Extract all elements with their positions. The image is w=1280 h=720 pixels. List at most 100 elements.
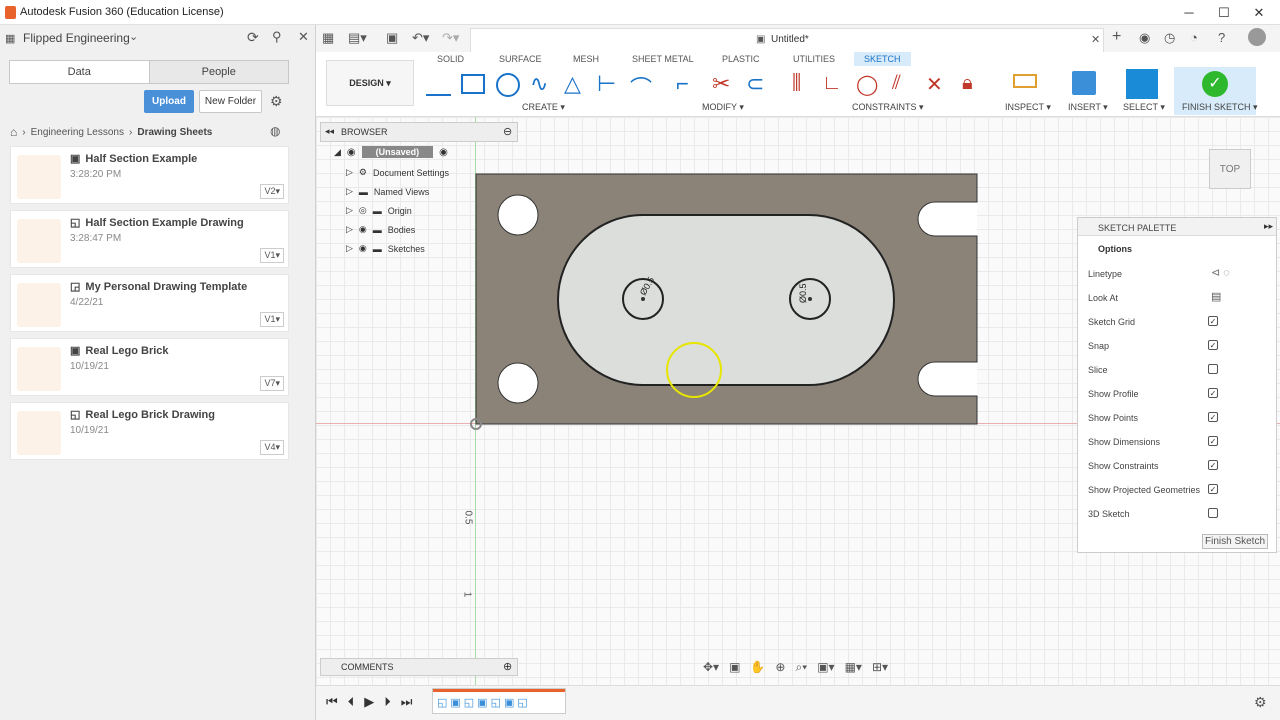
breadcrumb-drawing-sheets[interactable]: Drawing Sheets	[137, 127, 212, 138]
browser-root[interactable]: ◢ ◉ (Unsaved) ◉	[334, 146, 448, 158]
arc-tool-icon[interactable]: ⌒	[630, 71, 652, 103]
eye-icon[interactable]: ◉	[359, 224, 367, 235]
close-tab-icon[interactable]: ✕	[1091, 33, 1100, 46]
globe-icon[interactable]: ◍	[270, 124, 280, 138]
browser-item[interactable]: ▷ ◉ ▬ Sketches	[346, 243, 425, 254]
undo-icon[interactable]: ↶▾	[412, 30, 429, 46]
obround-pocket[interactable]	[557, 214, 895, 386]
tab-plastic[interactable]: PLASTIC	[722, 54, 760, 64]
redo-icon[interactable]: ↷▾	[442, 30, 459, 46]
tab-mesh[interactable]: MESH	[573, 54, 599, 64]
file-menu-icon[interactable]: ▤▾	[348, 30, 367, 46]
add-comment-icon[interactable]: ⊕	[503, 660, 512, 673]
zoom-icon[interactable]: ⊕	[775, 660, 785, 675]
spline-tool-icon[interactable]: ∿	[530, 71, 548, 97]
show-dimensions-checkbox[interactable]: ✓	[1208, 436, 1218, 446]
tangent-constraint-icon[interactable]: ◯	[856, 72, 878, 97]
file-card[interactable]: ◱ Half Section Example Drawing 3:28:47 PM…	[10, 210, 289, 268]
tab-people[interactable]: People	[148, 61, 288, 83]
tab-sketch[interactable]: SKETCH	[854, 52, 911, 66]
version-badge[interactable]: V2▾	[260, 184, 284, 199]
expand-arrow-icon[interactable]: ▷	[346, 167, 353, 178]
fix-constraint-icon[interactable]: 🔒︎	[962, 72, 973, 95]
data-panel-toggle-icon[interactable]: ▦	[322, 30, 334, 46]
settings-gear-icon[interactable]: ⚙	[270, 93, 283, 110]
show-projected-geometries-checkbox[interactable]: ✓	[1208, 484, 1218, 494]
collapse-icon[interactable]: ◂◂	[325, 126, 334, 137]
line-tool-icon[interactable]	[426, 74, 451, 96]
show-constraints-checkbox[interactable]: ✓	[1208, 460, 1218, 470]
parallel-constraint-icon[interactable]: ⫽	[892, 72, 901, 95]
expand-arrow-icon[interactable]: ▷	[346, 186, 353, 197]
skip-start-icon[interactable]: ⏮	[326, 694, 338, 710]
extensions-icon[interactable]: ◉	[1139, 30, 1150, 46]
sketch-grid-checkbox[interactable]: ✓	[1208, 316, 1218, 326]
home-icon[interactable]: ⌂	[10, 125, 17, 139]
finish-sketch-menu[interactable]: FINISH SKETCH ▾	[1182, 102, 1258, 113]
display-settings-icon[interactable]: ▣▾	[817, 660, 834, 675]
file-card[interactable]: ▣ Real Lego Brick 10/19/21 V7▾	[10, 338, 289, 396]
browser-header[interactable]: ◂◂ BROWSER ⊖	[320, 122, 518, 142]
breadcrumb-engineering-lessons[interactable]: Engineering Lessons	[31, 127, 124, 138]
center-point[interactable]	[641, 297, 645, 301]
fit-icon[interactable]: ⌕▾	[795, 660, 807, 675]
3d-sketch-checkbox[interactable]	[1208, 508, 1218, 518]
look-at-nav-icon[interactable]: ▣	[729, 660, 740, 675]
diameter-dimension[interactable]: Ø0.5	[798, 283, 808, 303]
timeline-settings-icon[interactable]: ⚙	[1254, 694, 1267, 711]
file-card[interactable]: ◱ Real Lego Brick Drawing 10/19/21 V4▾	[10, 402, 289, 460]
modify-menu[interactable]: MODIFY ▾	[702, 102, 744, 113]
root-component[interactable]: (Unsaved)	[361, 146, 434, 158]
radio-icon[interactable]: ◉	[439, 147, 448, 158]
tab-solid[interactable]: SOLID	[437, 54, 464, 64]
refresh-icon[interactable]: ⟳	[247, 29, 259, 46]
project-name[interactable]: Flipped Engineering	[23, 31, 130, 45]
coincident-constraint-icon[interactable]: ⫼	[792, 72, 801, 95]
fillet-tool-icon[interactable]: ⌐	[676, 71, 689, 97]
view-cube[interactable]: TOP	[1209, 149, 1251, 189]
eye-icon[interactable]: ◎	[359, 205, 367, 216]
file-card[interactable]: ▣ Half Section Example 3:28:20 PM V2▾	[10, 146, 289, 204]
finish-sketch-button[interactable]: Finish Sketch	[1202, 534, 1268, 549]
slice-checkbox[interactable]	[1208, 364, 1218, 374]
edge-slot[interactable]	[917, 361, 977, 397]
perpendicular-constraint-icon[interactable]: ∟	[822, 72, 842, 95]
version-badge[interactable]: V4▾	[260, 440, 284, 455]
step-back-icon[interactable]: ⏴	[348, 694, 355, 710]
checkmark-icon[interactable]: ✓	[1202, 71, 1228, 97]
orbit-icon[interactable]: ✥▾	[703, 660, 719, 675]
timeline-features[interactable]: ◱▣◱▣◱▣◱	[437, 696, 531, 709]
corner-hole[interactable]	[497, 194, 539, 236]
linetype-icon[interactable]: ⊲ ◌	[1211, 266, 1230, 279]
select-icon[interactable]	[1126, 69, 1158, 99]
expand-arrow-icon[interactable]: ▷	[346, 224, 353, 235]
maximize-button[interactable]: ☐	[1207, 0, 1241, 25]
search-icon[interactable]: ⚲	[272, 29, 282, 45]
select-menu[interactable]: SELECT ▾	[1123, 102, 1165, 113]
expand-arrow-icon[interactable]: ▷	[346, 243, 353, 254]
chevron-down-icon[interactable]: ⌄	[129, 30, 138, 43]
symmetric-constraint-icon[interactable]: ✕	[926, 72, 943, 97]
offset-tool-icon[interactable]: ⊂	[746, 71, 764, 97]
pan-icon[interactable]: ✋	[750, 660, 765, 675]
close-panel-icon[interactable]: ✕	[298, 29, 309, 45]
trim-tool-icon[interactable]: ✂	[712, 71, 730, 97]
comments-bar[interactable]: COMMENTS ⊕	[320, 658, 518, 676]
insert-menu[interactable]: INSERT ▾	[1068, 102, 1108, 113]
look-at-icon[interactable]: ▤	[1211, 290, 1221, 303]
inspect-menu[interactable]: INSPECT ▾	[1005, 102, 1051, 113]
tab-surface[interactable]: SURFACE	[499, 54, 542, 64]
new-tab-icon[interactable]: +	[1112, 28, 1121, 46]
constraints-menu[interactable]: CONSTRAINTS ▾	[852, 102, 924, 113]
triangle-tool-icon[interactable]: △	[564, 71, 581, 97]
browser-item[interactable]: ▷ ▬ Named Views	[346, 186, 429, 197]
new-folder-button[interactable]: New Folder	[199, 90, 262, 113]
minimize-button[interactable]: ─	[1172, 0, 1206, 25]
version-badge[interactable]: V1▾	[260, 312, 284, 327]
show-profile-checkbox[interactable]: ✓	[1208, 388, 1218, 398]
save-icon[interactable]: ▣	[386, 30, 398, 46]
circle-tool-icon[interactable]	[496, 73, 520, 97]
notifications-icon[interactable]: ◔	[1190, 30, 1198, 45]
timeline-track[interactable]: ◱▣◱▣◱▣◱	[432, 688, 566, 714]
viewports-icon[interactable]: ⊞▾	[872, 660, 888, 675]
